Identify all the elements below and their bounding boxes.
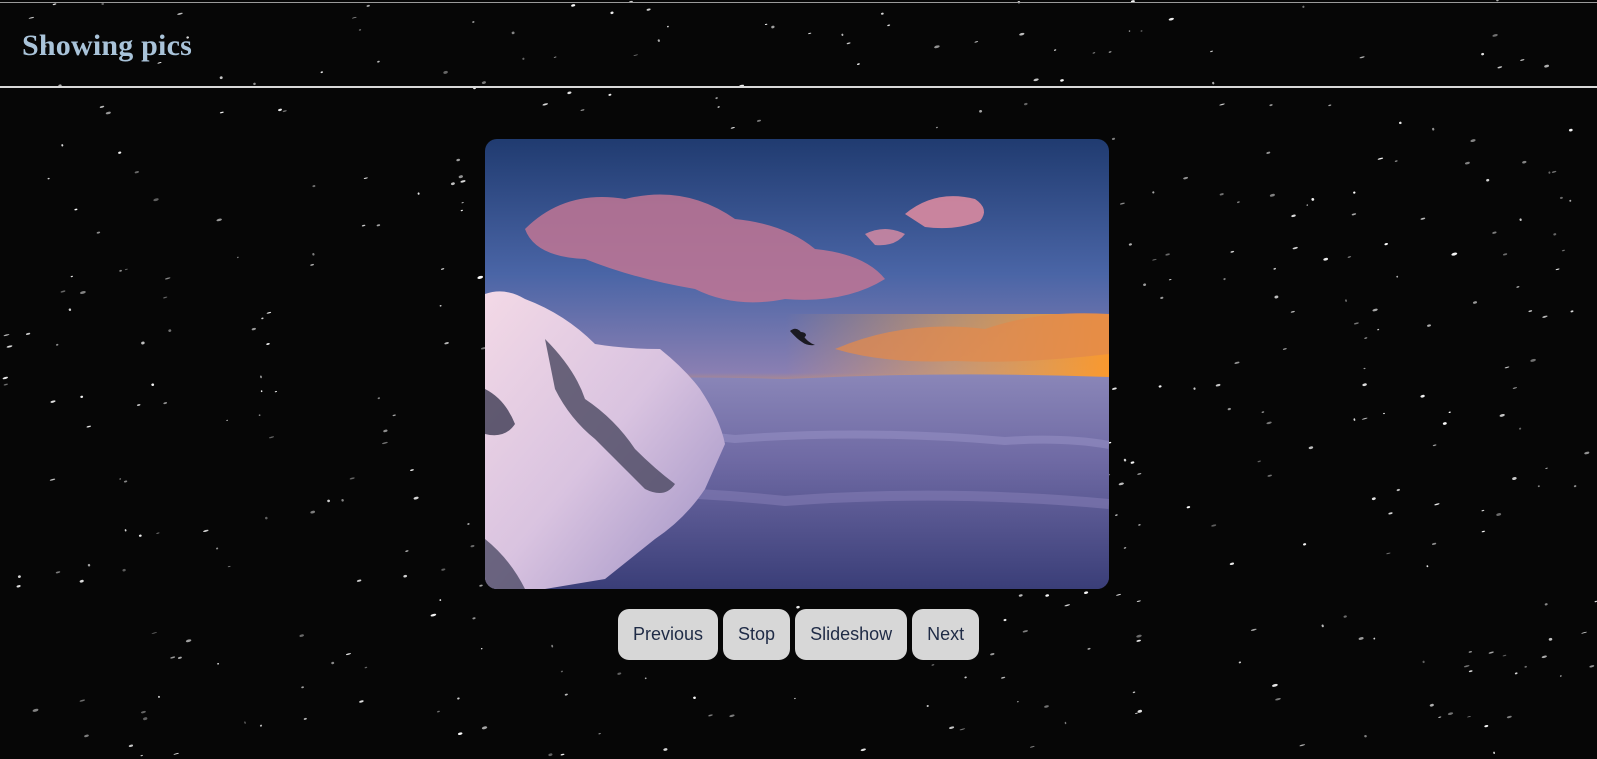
stop-button[interactable]: Stop — [723, 609, 791, 660]
landscape-photo — [485, 139, 1109, 589]
next-button[interactable]: Next — [912, 609, 980, 660]
slideshow-button[interactable]: Slideshow — [795, 609, 908, 660]
slideshow-controls: Previous Stop Slideshow Next — [618, 609, 980, 660]
page: Showing pics Previous Stop Slideshow Nex… — [0, 0, 1597, 759]
slideshow-image — [485, 139, 1109, 589]
header-bar: Showing pics — [0, 2, 1597, 88]
page-title: Showing pics — [22, 29, 192, 62]
previous-button[interactable]: Previous — [618, 609, 719, 660]
